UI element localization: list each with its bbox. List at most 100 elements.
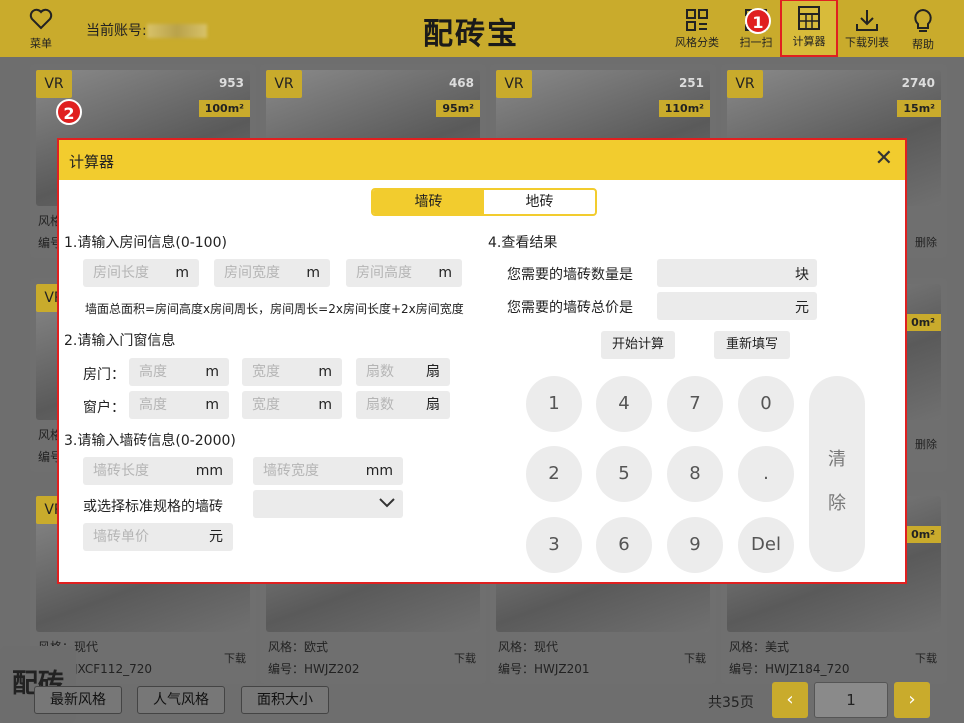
area-tag: 95m² bbox=[436, 100, 480, 117]
section-door-window: 2.请输入门窗信息 bbox=[64, 333, 176, 349]
menu-label: 菜单 bbox=[30, 37, 52, 50]
calculator-dialog: 计算器 ✕ 墙砖 地砖 1.请输入房间信息(0-100) 房间长度 m 房间宽度 m… bbox=[57, 138, 907, 584]
key-0[interactable]: 0 bbox=[738, 376, 794, 432]
room-length-input[interactable]: 房间长度 m bbox=[83, 259, 199, 287]
key-7[interactable]: 7 bbox=[667, 376, 723, 432]
download-button[interactable]: 下载 bbox=[454, 650, 476, 666]
card-style: 风格：美式 bbox=[729, 640, 790, 654]
help-button[interactable]: 帮助 bbox=[906, 4, 940, 52]
section-results: 4.查看结果 bbox=[488, 235, 558, 251]
vr-tag: VR bbox=[36, 70, 72, 98]
like-count: 468 bbox=[448, 76, 474, 90]
result-count-label: 您需要的墙砖数量是 bbox=[507, 267, 633, 283]
account-label: 当前账号: bbox=[86, 23, 147, 39]
area-tag: 0m² bbox=[905, 314, 941, 331]
door-count-input[interactable]: 扇数扇 bbox=[356, 358, 450, 386]
window-height-input[interactable]: 高度 m bbox=[129, 391, 229, 419]
download-button[interactable]: 下载 bbox=[684, 650, 706, 666]
vr-tag: VR bbox=[727, 70, 763, 98]
scan-label: 扫一扫 bbox=[739, 36, 773, 49]
like-count: 2740 bbox=[901, 76, 935, 90]
window-count-input[interactable]: 扇数扇 bbox=[356, 391, 450, 419]
next-page-button[interactable]: › bbox=[894, 682, 930, 718]
key-dot[interactable]: . bbox=[738, 446, 794, 502]
key-3[interactable]: 3 bbox=[526, 517, 582, 573]
key-8[interactable]: 8 bbox=[667, 446, 723, 502]
clear-key[interactable]: 清 除 bbox=[809, 376, 865, 572]
close-icon[interactable]: ✕ bbox=[875, 148, 893, 170]
key-4[interactable]: 4 bbox=[596, 376, 652, 432]
tile-type-toggle: 墙砖 地砖 bbox=[371, 188, 597, 216]
reset-button[interactable]: 重新填写 bbox=[714, 331, 790, 359]
total-pages: 共35页 bbox=[708, 695, 754, 711]
key-2[interactable]: 2 bbox=[526, 446, 582, 502]
filter-area-button[interactable]: 面积大小 bbox=[241, 686, 329, 714]
area-tag: 0m² bbox=[905, 526, 941, 543]
vr-tag: VR bbox=[496, 70, 532, 98]
app-brand-title: 配砖宝 bbox=[423, 17, 519, 52]
key-5[interactable]: 5 bbox=[596, 446, 652, 502]
vr-tag: VR bbox=[266, 70, 302, 98]
style-category-label: 风格分类 bbox=[675, 36, 719, 49]
key-delete[interactable]: Del bbox=[738, 517, 794, 573]
door-width-input[interactable]: 宽度 m bbox=[242, 358, 342, 386]
filter-popular-button[interactable]: 人气风格 bbox=[137, 686, 225, 714]
heart-icon bbox=[29, 8, 53, 30]
clear-key-line1: 清 bbox=[828, 449, 846, 470]
dialog-title: 计算器 bbox=[69, 153, 115, 171]
key-6[interactable]: 6 bbox=[596, 517, 652, 573]
door-label: 房门： bbox=[83, 367, 125, 383]
key-9[interactable]: 9 bbox=[667, 517, 723, 573]
top-bar: 菜单 当前账号: 配砖宝 风格分类 扫一扫 计算器 下载列表 帮助 bbox=[0, 0, 964, 57]
qr-category-icon bbox=[686, 9, 708, 31]
result-price-field: 元 bbox=[657, 292, 817, 320]
help-bulb-icon bbox=[914, 8, 932, 32]
card-code: 编号：HWJZ184_720 bbox=[729, 662, 850, 676]
like-count: 251 bbox=[678, 76, 704, 90]
page-number-input[interactable]: 1 bbox=[814, 682, 888, 718]
style-category-button[interactable]: 风格分类 bbox=[672, 4, 722, 50]
clear-key-line2: 除 bbox=[828, 493, 846, 514]
calculator-button[interactable]: 计算器 bbox=[780, 0, 838, 57]
window-width-input[interactable]: 宽度 m bbox=[242, 391, 342, 419]
room-height-input[interactable]: 房间高度 m bbox=[346, 259, 462, 287]
window-label: 窗户： bbox=[83, 400, 125, 416]
download-list-icon bbox=[856, 10, 878, 31]
section-room-info: 1.请输入房间信息(0-100) bbox=[64, 235, 227, 251]
card-style: 风格：欧式 bbox=[268, 640, 329, 654]
download-list-label: 下载列表 bbox=[845, 36, 889, 49]
result-count-field: 块 bbox=[657, 259, 817, 287]
tab-wall-tile[interactable]: 墙砖 bbox=[373, 190, 484, 214]
door-height-input[interactable]: 高度 m bbox=[129, 358, 229, 386]
chevron-down-icon bbox=[379, 498, 395, 508]
tile-price-input[interactable]: 墙砖单价元 bbox=[83, 523, 233, 551]
like-count: 953 bbox=[218, 76, 244, 90]
account-value-masked bbox=[146, 24, 207, 38]
filter-latest-button[interactable]: 最新风格 bbox=[34, 686, 122, 714]
room-width-input[interactable]: 房间宽度 m bbox=[214, 259, 330, 287]
tile-width-input[interactable]: 墙砖宽度 mm bbox=[253, 457, 403, 485]
card-code: 编号：HWJZ201 bbox=[498, 662, 590, 676]
start-calc-button[interactable]: 开始计算 bbox=[601, 331, 675, 359]
area-tag: 15m² bbox=[897, 100, 941, 117]
step-badge-1: 1 bbox=[745, 8, 771, 34]
area-tag: 100m² bbox=[198, 100, 250, 117]
download-button[interactable]: 下载 bbox=[915, 650, 937, 666]
menu-button[interactable]: 菜单 bbox=[26, 8, 56, 51]
area-formula-note: 墙面总面积=房间高度x房间周长，房间周长=2x房间长度+2x房间宽度 bbox=[85, 302, 464, 316]
delete-button[interactable]: 删除 bbox=[915, 234, 937, 250]
section-tile-info: 3.请输入墙砖信息(0-2000) bbox=[64, 433, 236, 449]
chevron-right-icon: › bbox=[908, 689, 916, 710]
tab-floor-tile[interactable]: 地砖 bbox=[484, 190, 595, 214]
tile-length-input[interactable]: 墙砖长度 mm bbox=[83, 457, 233, 485]
dialog-header: 计算器 ✕ bbox=[59, 140, 905, 180]
prev-page-button[interactable]: ‹ bbox=[772, 682, 808, 718]
area-tag: 110m² bbox=[658, 100, 710, 117]
result-price-label: 您需要的墙砖总价是 bbox=[507, 300, 633, 316]
download-button[interactable]: 下载 bbox=[224, 650, 246, 666]
standard-size-select[interactable] bbox=[253, 490, 403, 518]
download-list-button[interactable]: 下载列表 bbox=[842, 4, 892, 50]
delete-button[interactable]: 删除 bbox=[915, 436, 937, 452]
key-1[interactable]: 1 bbox=[526, 376, 582, 432]
help-label: 帮助 bbox=[912, 38, 934, 51]
